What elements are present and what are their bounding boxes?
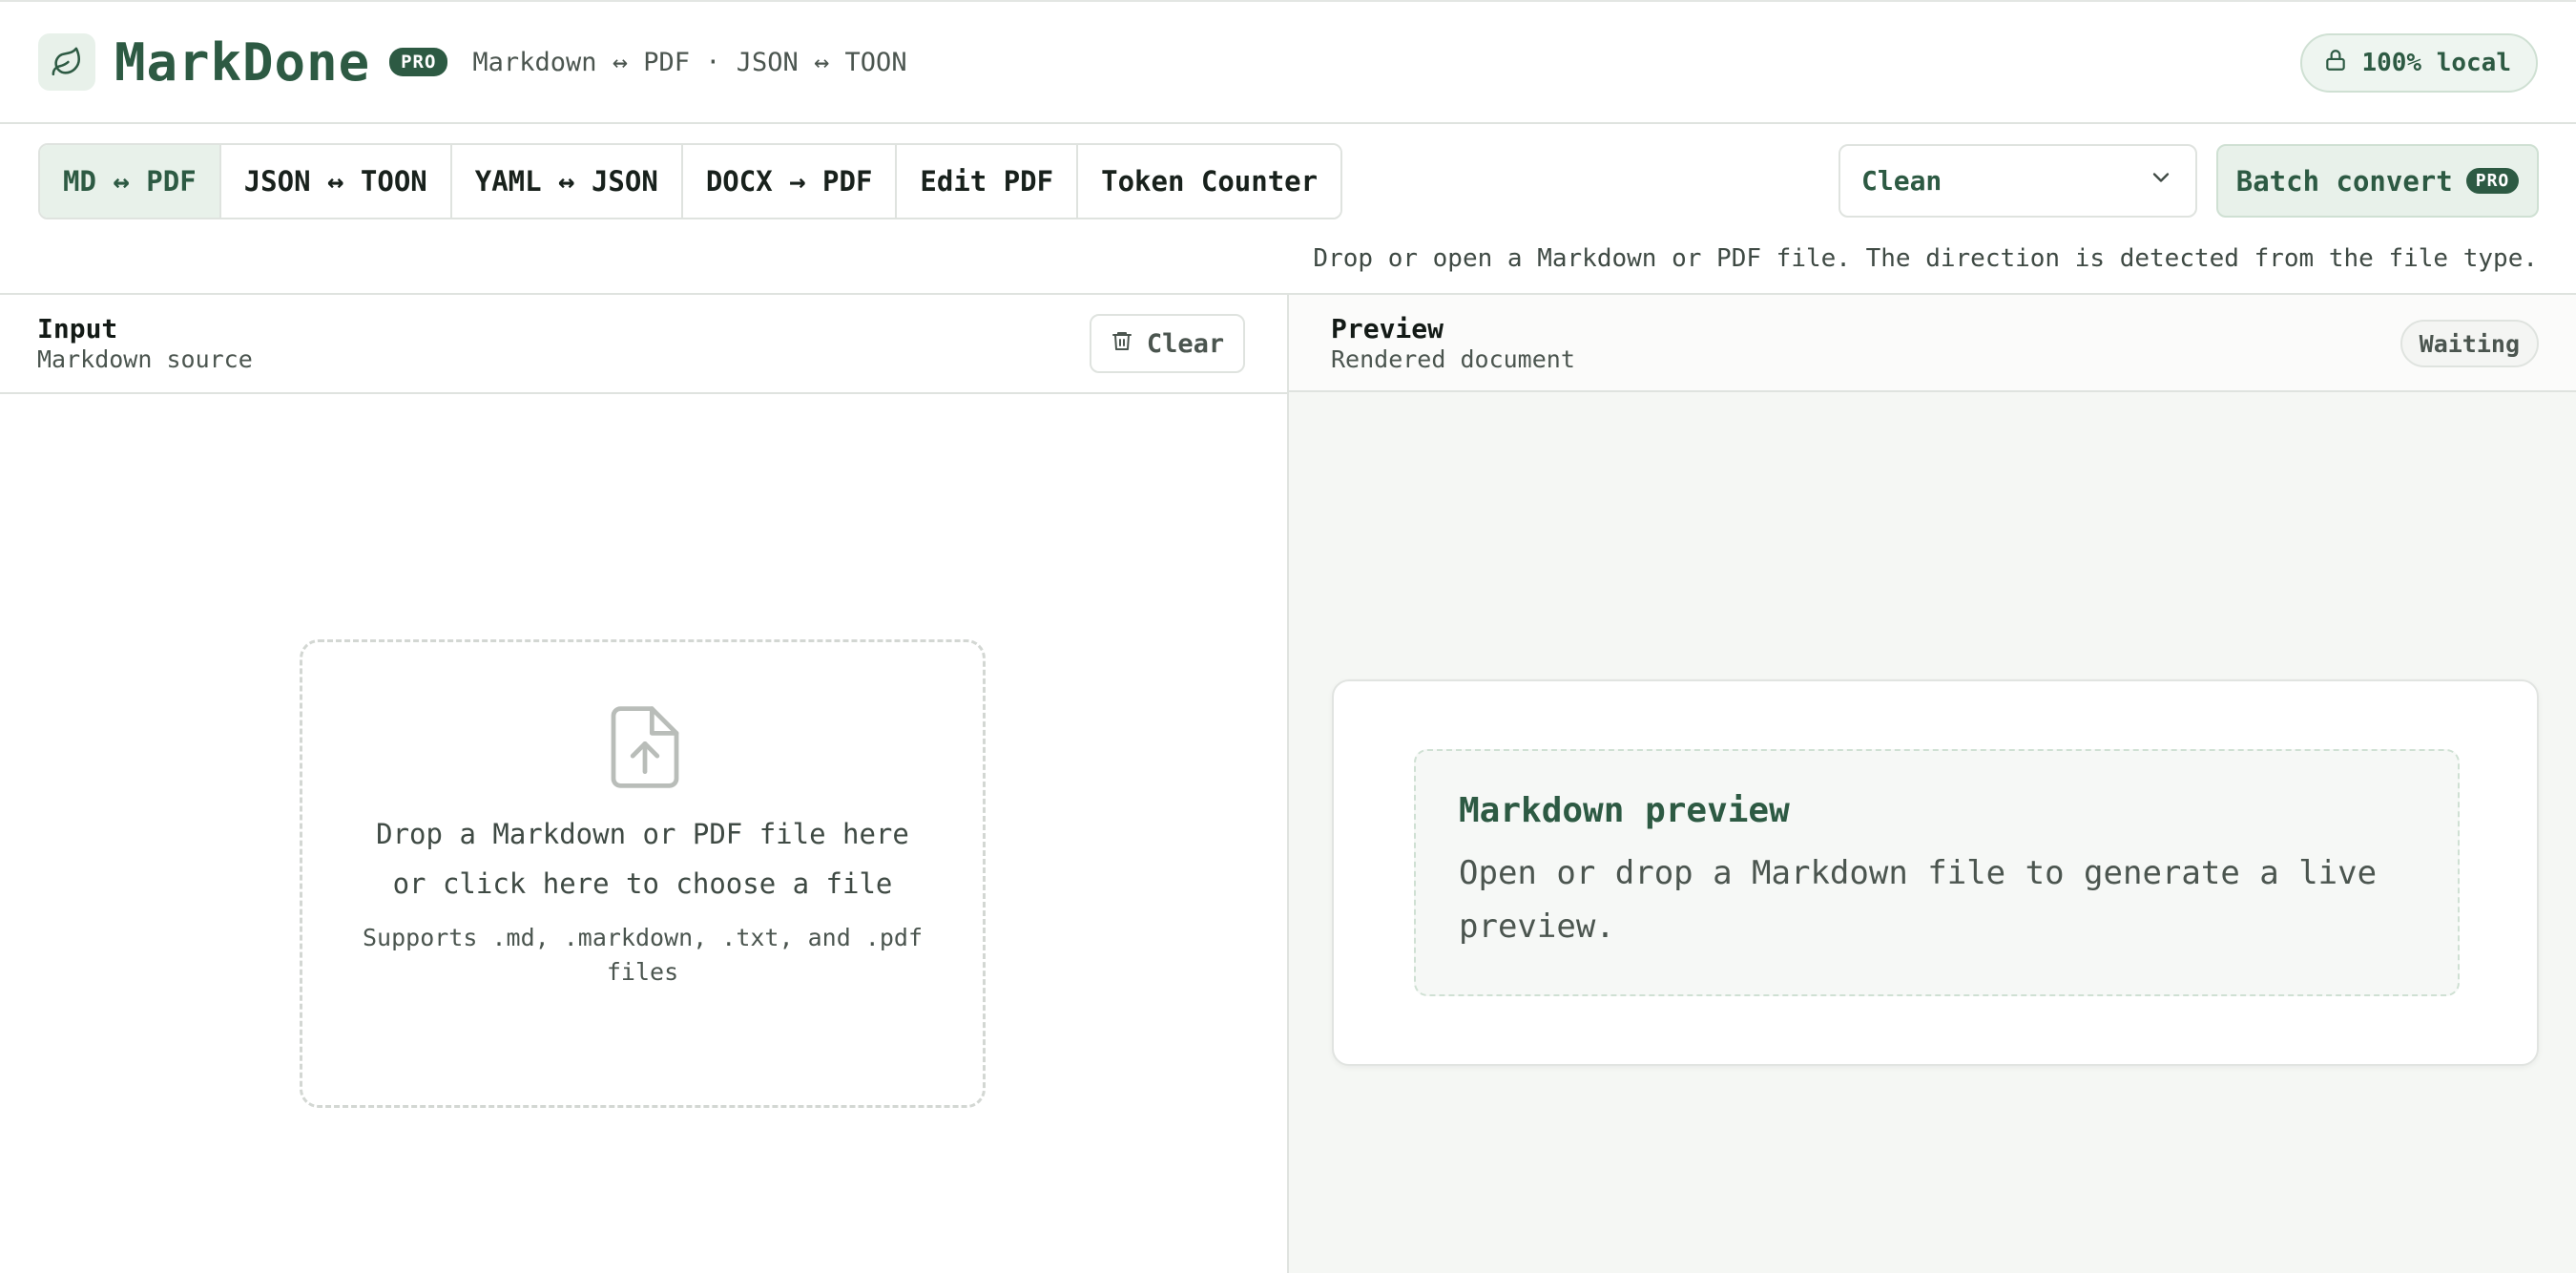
dropzone-subtitle: or click here to choose a file (392, 867, 893, 900)
preview-placeholder: Markdown preview Open or drop a Markdown… (1414, 749, 2460, 996)
mode-select-value: Clean (1861, 165, 1942, 197)
input-panel-subtitle: Markdown source (37, 345, 253, 373)
converter-tabs: MD ↔ PDF JSON ↔ TOON YAML ↔ JSON DOCX → … (38, 143, 1343, 219)
batch-convert-button[interactable]: Batch convert PRO (2216, 144, 2539, 218)
tab-docx-pdf[interactable]: DOCX → PDF (682, 145, 898, 218)
preview-placeholder-text: Open or drop a Markdown file to generate… (1459, 854, 2378, 946)
preview-card: Markdown preview Open or drop a Markdown… (1332, 679, 2539, 1066)
tab-yaml-json[interactable]: YAML ↔ JSON (451, 145, 683, 218)
tab-md-pdf[interactable]: MD ↔ PDF (40, 145, 221, 218)
local-badge-label: 100% local (2361, 49, 2511, 77)
file-dropzone[interactable]: Drop a Markdown or PDF file here or clic… (300, 639, 986, 1108)
chevron-down-icon (2148, 164, 2174, 198)
direction-hint: Drop or open a Markdown or PDF file. The… (1313, 244, 2538, 273)
leaf-icon (38, 33, 95, 91)
input-panel-title: Input (37, 313, 118, 344)
status-badge: Waiting (2399, 320, 2539, 367)
app-title: MarkDone (114, 31, 371, 93)
preview-panel-header: Preview Rendered document Waiting (1289, 295, 2576, 392)
preview-placeholder-title: Markdown preview (1459, 791, 1790, 830)
dropzone-supported-formats: Supports .md, .markdown, .txt, and .pdf … (363, 924, 923, 986)
tab-edit-pdf[interactable]: Edit PDF (897, 145, 1079, 218)
dropzone-title: Drop a Markdown or PDF file here (376, 818, 909, 850)
mode-select[interactable]: Clean (1839, 144, 2197, 218)
input-panel: Input Markdown source Clear Drop a Markd… (0, 295, 1287, 1273)
input-panel-header: Input Markdown source Clear (0, 295, 1287, 394)
file-upload-icon (609, 705, 681, 793)
tab-json-toon[interactable]: JSON ↔ TOON (220, 145, 452, 218)
app-header: MarkDone PRO Markdown ↔ PDF · JSON ↔ TOO… (0, 2, 2576, 124)
pro-badge: PRO (389, 48, 448, 76)
batch-convert-label: Batch convert (2235, 164, 2453, 198)
tab-token-counter[interactable]: Token Counter (1078, 145, 1341, 218)
trash-icon (1111, 329, 1133, 359)
local-badge: 100% local (2300, 33, 2538, 93)
lock-icon (2323, 48, 2348, 79)
pro-badge: PRO (2465, 168, 2520, 194)
clear-button-label: Clear (1146, 328, 1225, 359)
clear-button[interactable]: Clear (1090, 314, 1245, 373)
preview-panel-subtitle: Rendered document (1331, 345, 1575, 373)
app-tagline: Markdown ↔ PDF · JSON ↔ TOON (472, 47, 907, 77)
preview-panel-title: Preview (1331, 313, 1444, 344)
preview-panel: Preview Rendered document Waiting Markdo… (1289, 295, 2576, 1273)
